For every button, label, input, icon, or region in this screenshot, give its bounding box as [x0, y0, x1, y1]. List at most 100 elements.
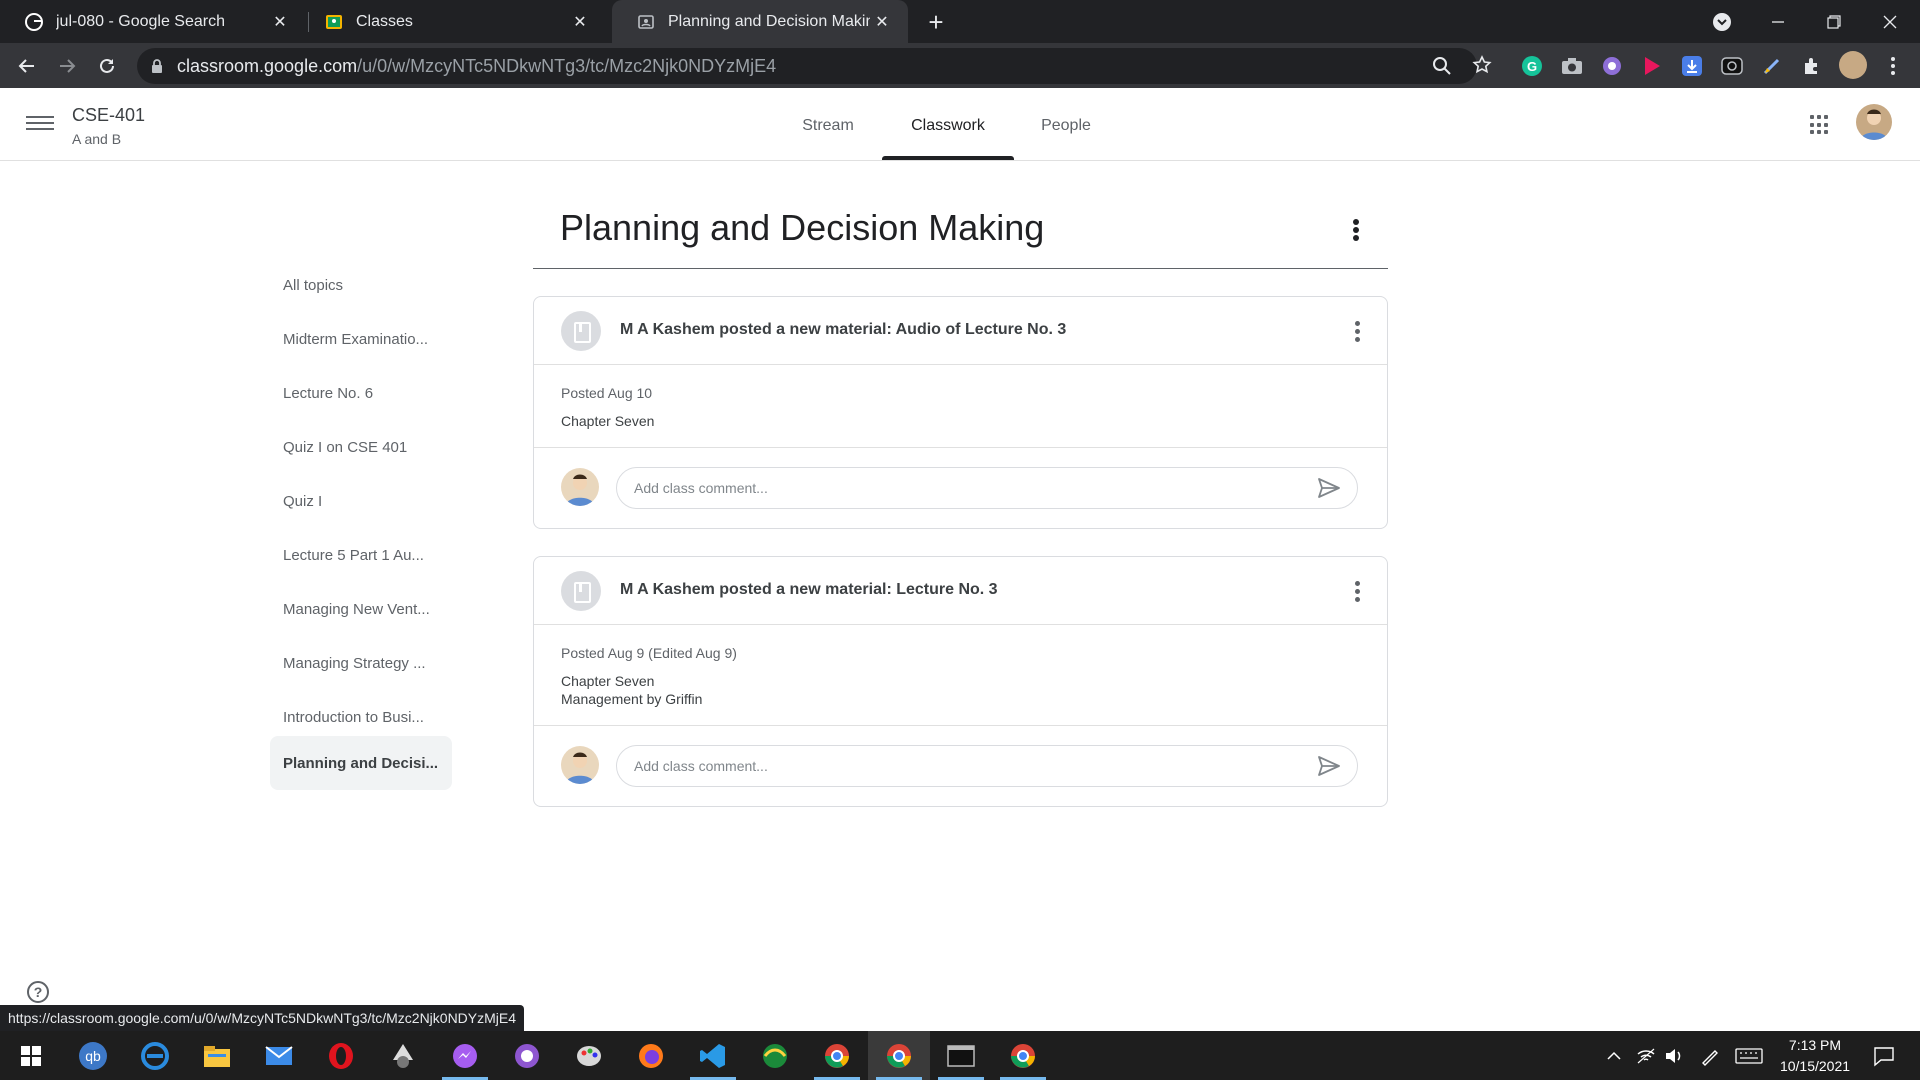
- paint-icon[interactable]: [558, 1031, 620, 1080]
- browser-tab-planning[interactable]: Planning and Decision Making ✕: [612, 0, 908, 43]
- topic-item[interactable]: Quiz I: [270, 474, 452, 528]
- wifi-icon[interactable]: [1632, 1031, 1660, 1080]
- lock-icon[interactable]: [151, 58, 163, 79]
- more-options-icon[interactable]: [1353, 319, 1361, 343]
- browser-tab-strip: jul-080 - Google Search ✕ Classes ✕ Plan…: [0, 0, 1920, 43]
- extension-swirl-icon[interactable]: [1599, 53, 1625, 79]
- show-hidden-icons-icon[interactable]: [1600, 1031, 1628, 1080]
- address-bar[interactable]: classroom.google.com/u/0/w/MzcyNTc5NDkwN…: [137, 48, 1492, 84]
- comment-area: Add class comment...: [534, 726, 1387, 806]
- send-icon[interactable]: [1317, 477, 1341, 499]
- tab-classwork[interactable]: Classwork: [882, 88, 1014, 161]
- tab-stream[interactable]: Stream: [784, 88, 872, 161]
- topic-item[interactable]: Lecture 5 Part 1 Au...: [270, 528, 452, 582]
- screen-extension-icon[interactable]: [1719, 53, 1745, 79]
- more-options-icon[interactable]: [1353, 579, 1361, 603]
- edge-icon[interactable]: [124, 1031, 186, 1080]
- opera-icon[interactable]: [310, 1031, 372, 1080]
- topic-item-active[interactable]: Planning and Decisi...: [270, 736, 452, 790]
- browser-tab-classes[interactable]: Classes ✕: [300, 0, 606, 43]
- material-card-header[interactable]: M A Kashem posted a new material: Audio …: [534, 297, 1387, 365]
- mail-icon[interactable]: [248, 1031, 310, 1080]
- account-avatar[interactable]: [1856, 104, 1892, 140]
- comment-area: Add class comment...: [534, 448, 1387, 528]
- zoom-icon[interactable]: [1432, 56, 1452, 81]
- url-text: classroom.google.com/u/0/w/MzcyNTc5NDkwN…: [177, 56, 776, 77]
- status-bar-url: https://classroom.google.com/u/0/w/MzcyN…: [0, 1005, 525, 1031]
- camera-extension-icon[interactable]: [1559, 53, 1585, 79]
- profile-avatar[interactable]: [1839, 51, 1867, 79]
- material-title[interactable]: M A Kashem posted a new material: Audio …: [620, 321, 1066, 339]
- chrome-icon[interactable]: [806, 1031, 868, 1080]
- restore-button[interactable]: [1806, 0, 1862, 43]
- system-clock[interactable]: 7:13 PM 10/15/2021: [1770, 1035, 1860, 1077]
- inkscape-icon[interactable]: [372, 1031, 434, 1080]
- class-comment-input[interactable]: Add class comment...: [616, 467, 1358, 509]
- grammarly-icon[interactable]: G: [1519, 53, 1545, 79]
- material-description: Management by Griffin: [561, 691, 703, 707]
- close-icon[interactable]: ✕: [870, 10, 894, 34]
- topic-all[interactable]: All topics: [270, 258, 452, 312]
- browser-tab-google-search[interactable]: jul-080 - Google Search ✕: [0, 0, 306, 43]
- topic-item[interactable]: Managing New Vent...: [270, 582, 452, 636]
- pen-icon[interactable]: [1696, 1031, 1724, 1080]
- material-icon: [561, 311, 601, 351]
- google-apps-icon[interactable]: [1810, 115, 1830, 135]
- bookmark-star-icon[interactable]: [1472, 55, 1492, 80]
- comment-placeholder: Add class comment...: [634, 758, 768, 774]
- course-name[interactable]: CSE-401: [72, 105, 145, 126]
- material-card-header[interactable]: M A Kashem posted a new material: Lectur…: [534, 557, 1387, 625]
- pen-extension-icon[interactable]: [1759, 53, 1785, 79]
- posted-date: Posted Aug 9 (Edited Aug 9): [561, 645, 737, 661]
- new-tab-button[interactable]: +: [922, 7, 950, 37]
- svg-text:G: G: [1527, 59, 1537, 74]
- url-path: /u/0/w/MzcyNTc5NDkwNTg3/tc/Mzc2Njk0NDYzM…: [357, 56, 777, 76]
- extensions-puzzle-icon[interactable]: [1799, 53, 1825, 79]
- messenger-icon[interactable]: [434, 1031, 496, 1080]
- help-icon[interactable]: ?: [27, 981, 49, 1003]
- material-title[interactable]: M A Kashem posted a new material: Lectur…: [620, 581, 998, 599]
- keyboard-icon[interactable]: [1732, 1031, 1766, 1080]
- topic-item[interactable]: Managing Strategy ...: [270, 636, 452, 690]
- windows-start-icon[interactable]: [0, 1031, 62, 1080]
- tab-search-button[interactable]: [1694, 0, 1750, 43]
- chrome-menu-icon[interactable]: [1880, 53, 1906, 79]
- github-desktop-icon[interactable]: [496, 1031, 558, 1080]
- volume-icon[interactable]: [1660, 1031, 1688, 1080]
- material-card: M A Kashem posted a new material: Audio …: [533, 296, 1388, 529]
- qbittorrent-icon[interactable]: qb: [62, 1031, 124, 1080]
- class-comment-input[interactable]: Add class comment...: [616, 745, 1358, 787]
- classroom-header: CSE-401 A and B Stream Classwork People: [0, 88, 1920, 161]
- tab-people[interactable]: People: [1030, 88, 1102, 161]
- download-extension-icon[interactable]: [1679, 53, 1705, 79]
- topic-item[interactable]: Quiz I on CSE 401: [270, 420, 452, 474]
- topic-more-options-icon[interactable]: [1344, 214, 1368, 246]
- back-button[interactable]: [12, 51, 42, 81]
- avatar: [561, 746, 599, 784]
- material-icon: [561, 571, 601, 611]
- minimize-button[interactable]: [1750, 0, 1806, 43]
- material-card: M A Kashem posted a new material: Lectur…: [533, 556, 1388, 807]
- terminal-icon[interactable]: [930, 1031, 992, 1080]
- comment-placeholder: Add class comment...: [634, 480, 768, 496]
- chrome-profile-icon[interactable]: [868, 1031, 930, 1080]
- play-extension-icon[interactable]: [1639, 53, 1665, 79]
- topic-item[interactable]: Midterm Examinatio...: [270, 312, 452, 366]
- topic-item[interactable]: Lecture No. 6: [270, 366, 452, 420]
- send-icon[interactable]: [1317, 755, 1341, 777]
- vscode-icon[interactable]: [682, 1031, 744, 1080]
- firefox-icon[interactable]: [620, 1031, 682, 1080]
- browser-toolbar: classroom.google.com/u/0/w/MzcyNTc5NDkwN…: [0, 43, 1920, 88]
- reload-button[interactable]: [92, 51, 122, 81]
- close-window-button[interactable]: [1862, 0, 1918, 43]
- close-icon[interactable]: ✕: [268, 10, 292, 34]
- chrome-alt-icon[interactable]: [992, 1031, 1054, 1080]
- app-icon[interactable]: [744, 1031, 806, 1080]
- file-explorer-icon[interactable]: [186, 1031, 248, 1080]
- main-menu-icon[interactable]: [26, 112, 54, 136]
- tab-title: Classes: [356, 12, 413, 30]
- active-tab-indicator: [882, 156, 1014, 160]
- close-icon[interactable]: ✕: [568, 10, 592, 34]
- notifications-icon[interactable]: [1864, 1031, 1904, 1080]
- forward-button[interactable]: [52, 51, 82, 81]
